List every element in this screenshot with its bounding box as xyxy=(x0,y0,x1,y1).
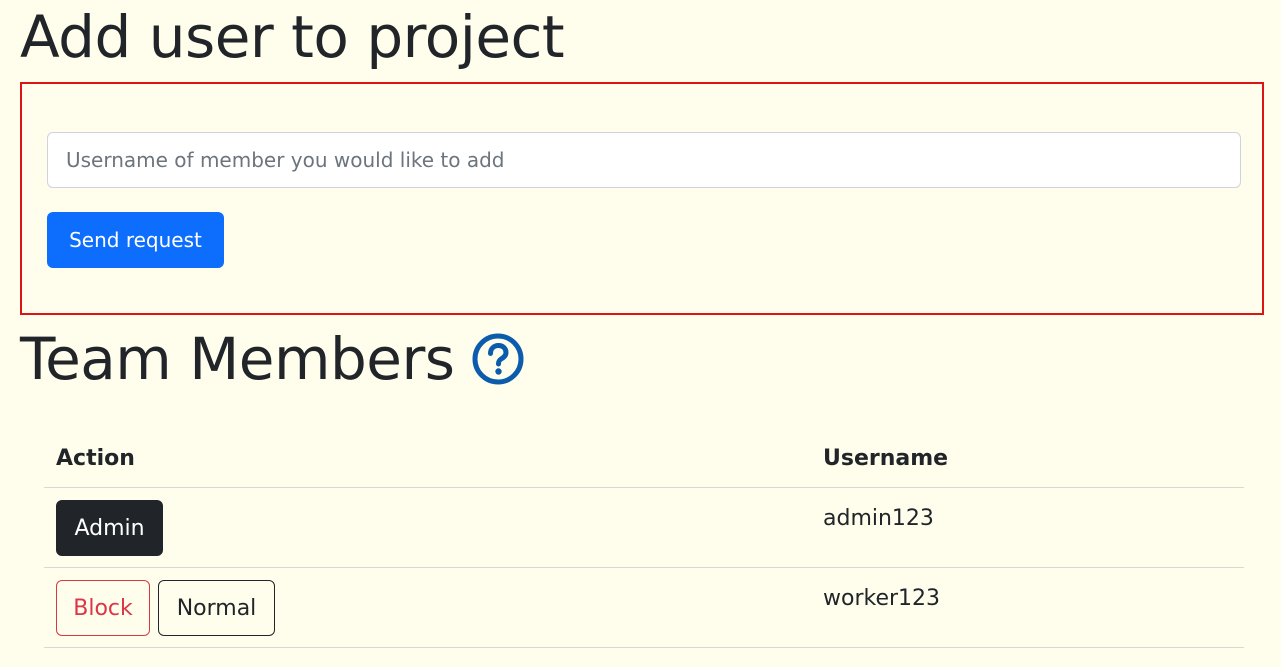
send-request-button[interactable]: Send request xyxy=(47,212,224,268)
team-members-title: Team Members xyxy=(20,325,455,393)
column-header-username: Username xyxy=(811,430,1244,488)
action-cell: Block Normal xyxy=(44,567,811,648)
action-cell: Admin xyxy=(44,487,811,568)
team-members-table: Action Username Admin admin123 Block Norm… xyxy=(44,430,1244,648)
admin-button[interactable]: Admin xyxy=(56,500,163,556)
column-header-action: Action xyxy=(44,430,811,488)
add-user-form: Send request xyxy=(20,82,1264,315)
question-circle-icon[interactable] xyxy=(471,332,525,386)
username-cell: admin123 xyxy=(811,487,1244,568)
table-row: Block Normal worker123 xyxy=(44,567,1244,648)
username-cell: worker123 xyxy=(811,567,1244,648)
username-input[interactable] xyxy=(47,132,1241,188)
table-row: Admin admin123 xyxy=(44,487,1244,568)
page-title: Add user to project xyxy=(20,3,565,71)
team-members-header: Team Members xyxy=(20,330,525,388)
block-button[interactable]: Block xyxy=(56,580,150,636)
table-header-row: Action Username xyxy=(44,430,1244,488)
normal-button[interactable]: Normal xyxy=(158,580,275,636)
